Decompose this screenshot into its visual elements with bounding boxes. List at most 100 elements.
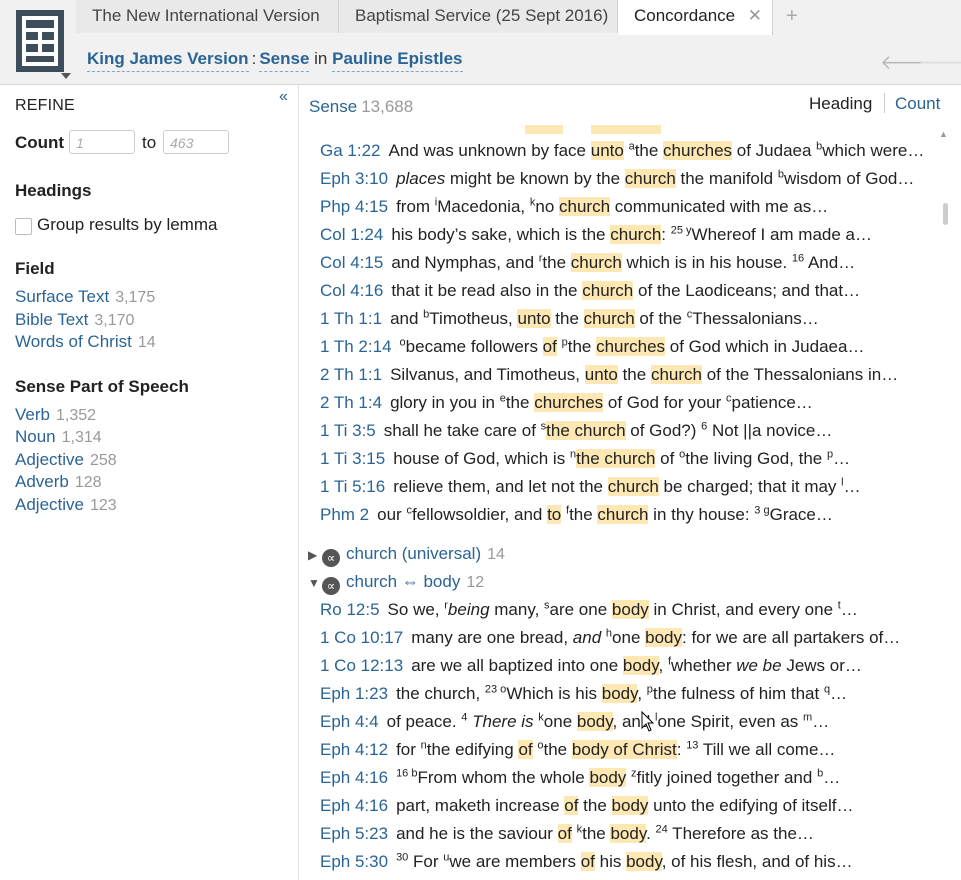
result-row[interactable]: Eph 4:16 16 bFrom whom the whole body zfi… (320, 765, 840, 791)
logos-menu-icon[interactable] (16, 10, 64, 72)
result-row[interactable]: Eph 5:23 and he is the saviour of kthe bo… (320, 821, 814, 847)
verse-reference-link[interactable]: Ro 12:5 (320, 600, 380, 619)
scrollbar-thumb[interactable] (943, 203, 948, 225)
verse-snippet: and Nymphas, and rthe church which is in… (391, 252, 856, 272)
collapse-panel-icon[interactable]: « (279, 88, 288, 106)
verse-snippet: of peace. 4 There is kone body, and lone… (386, 711, 830, 731)
verse-reference-link[interactable]: 2 Th 1:1 (320, 365, 382, 384)
pos-adverb[interactable]: Adverb 128 (15, 472, 102, 492)
verse-reference-link[interactable]: Eph 4:16 (320, 796, 388, 815)
field-surface-text[interactable]: Surface Text 3,175 (15, 287, 155, 307)
verse-snippet: And was unknown by face unto athe church… (388, 140, 925, 160)
verse-snippet: Silvanus, and Timotheus, unto the church… (390, 365, 899, 384)
tab-strip: The New International Version Baptismal … (76, 0, 961, 35)
verse-reference-link[interactable]: Eph 4:4 (320, 712, 379, 731)
verse-snippet: shall he take care of sthe church of God… (383, 420, 833, 440)
verse-reference-link[interactable]: Eph 5:23 (320, 824, 388, 843)
sense-icon: ∝ (322, 549, 340, 567)
verse-reference-link[interactable]: Eph 4:12 (320, 740, 388, 759)
count-min-input[interactable]: 1 (69, 130, 135, 154)
verse-snippet: obecame followers of pthe churches of Go… (399, 336, 865, 356)
result-row[interactable]: 2 Th 1:4 glory in you in ethe churches of… (320, 390, 813, 416)
verse-reference-link[interactable]: 1 Ti 3:15 (320, 449, 385, 468)
result-row[interactable]: Col 4:16 that it be read also in the chur… (320, 278, 860, 304)
verse-reference-link[interactable]: Eph 3:10 (320, 169, 388, 188)
group-church-universal[interactable]: ▶ ∝ church (universal) 14 (308, 542, 505, 567)
sense-icon: ∝ (322, 577, 340, 595)
verse-snippet: that it be read also in the church of th… (391, 281, 861, 300)
group-by-lemma-checkbox[interactable] (15, 218, 32, 235)
pos-adjective-2[interactable]: Adjective 123 (15, 495, 117, 515)
result-row[interactable]: Col 4:15 and Nymphas, and rthe church whi… (320, 250, 855, 276)
expand-arrow-icon[interactable]: ▶ (308, 543, 320, 567)
pos-noun[interactable]: Noun 1,314 (15, 427, 102, 447)
result-row[interactable]: 1 Ti 3:15 house of God, which is nthe chu… (320, 446, 850, 472)
verse-reference-link[interactable]: Phm 2 (320, 505, 369, 524)
breadcrumb: King James Version: Sense in Pauline Epis… (87, 49, 463, 72)
verse-reference-link[interactable]: 2 Th 1:4 (320, 393, 382, 412)
result-row[interactable]: Eph 3:10 places might be known by the chu… (320, 166, 914, 192)
result-row[interactable]: Col 1:24 his body’s sake, which is the ch… (320, 222, 872, 248)
result-row[interactable]: Php 4:15 from iMacedonia, kno church comm… (320, 194, 828, 220)
verse-reference-link[interactable]: 1 Co 12:13 (320, 656, 403, 675)
menu-caret-icon[interactable] (61, 73, 71, 79)
result-row[interactable]: 2 Th 1:1 Silvanus, and Timotheus, unto th… (320, 362, 898, 388)
verse-reference-link[interactable]: Eph 4:16 (320, 768, 388, 787)
field-bible-text[interactable]: Bible Text 3,170 (15, 310, 134, 330)
verse-snippet: So we, rbeing many, sare one body in Chr… (387, 599, 858, 619)
verse-reference-link[interactable]: Col 4:15 (320, 253, 383, 272)
verse-reference-link[interactable]: Eph 1:23 (320, 684, 388, 703)
result-row[interactable]: 1 Co 12:13 are we all baptized into one b… (320, 653, 862, 679)
scope-selector[interactable]: Pauline Epistles (332, 49, 463, 72)
result-row[interactable]: 1 Th 2:14 obecame followers of pthe churc… (320, 334, 864, 360)
result-row[interactable]: Ro 12:5 So we, rbeing many, sare one body… (320, 597, 858, 623)
result-row[interactable]: Eph 1:23 the church, 23 oWhich is his bod… (320, 681, 847, 707)
verse-snippet: relieve them, and let not the church be … (393, 476, 861, 496)
forward-arrow-icon[interactable]: 🡒 (918, 50, 961, 75)
tab-baptismal-service[interactable]: Baptismal Service (25 Sept 2016) (339, 0, 618, 33)
verse-reference-link[interactable]: Col 4:16 (320, 281, 383, 300)
close-icon[interactable]: ✕ (748, 0, 762, 32)
verse-reference-link[interactable]: Ga 1:22 (320, 141, 381, 160)
verse-reference-link[interactable]: 1 Co 10:17 (320, 628, 403, 647)
result-row[interactable]: Phm 2 our cfellowsoldier, and to fthe chu… (320, 502, 833, 528)
view-heading-button[interactable]: Heading (809, 94, 872, 114)
field-selector[interactable]: Sense (259, 49, 310, 72)
count-max-input[interactable]: 463 (163, 130, 229, 154)
result-row[interactable]: Eph 4:12 for nthe edifying of othe body o… (320, 737, 835, 763)
tab-niv[interactable]: The New International Version (76, 0, 339, 33)
version-selector[interactable]: King James Version (87, 49, 249, 72)
group-church-body[interactable]: ▼ ∝ church ⇔ body 12 (308, 570, 484, 595)
result-row[interactable]: 1 Ti 5:16 relieve them, and let not the c… (320, 474, 861, 500)
collapse-arrow-icon[interactable]: ▼ (308, 571, 320, 595)
verse-reference-link[interactable]: Col 1:24 (320, 225, 383, 244)
result-row[interactable]: Eph 4:16 part, maketh increase of the bod… (320, 793, 853, 819)
result-row[interactable]: 1 Ti 3:5 shall he take care of sthe churc… (320, 418, 832, 444)
verse-reference-link[interactable]: 1 Th 1:1 (320, 309, 382, 328)
view-count-button[interactable]: Count (895, 94, 940, 114)
headings-heading: Headings (15, 181, 92, 200)
verse-snippet: are we all baptized into one body, fwhet… (411, 655, 862, 675)
pos-verb[interactable]: Verb 1,352 (15, 405, 96, 425)
verse-reference-link[interactable]: Eph 5:30 (320, 852, 388, 871)
tab-concordance[interactable]: Concordance ✕ (618, 0, 773, 35)
verse-snippet: many are one bread, and hone body: for w… (411, 627, 901, 647)
result-row[interactable]: Eph 4:4 of peace. 4 There is kone body, a… (320, 709, 829, 735)
scroll-up-icon[interactable]: ▲ (939, 129, 948, 139)
result-row[interactable]: 1 Co 10:17 many are one bread, and hone b… (320, 625, 900, 651)
verse-snippet: our cfellowsoldier, and to fthe church i… (377, 504, 833, 524)
result-row[interactable]: Eph 5:30 30 For uwe are members of his bo… (320, 849, 853, 875)
field-words-of-christ[interactable]: Words of Christ 14 (15, 332, 156, 352)
verse-reference-link[interactable]: 1 Ti 3:5 (320, 421, 376, 440)
field-heading: Field (15, 259, 55, 278)
verse-reference-link[interactable]: 1 Th 2:14 (320, 337, 392, 356)
verse-snippet: from iMacedonia, kno church communicated… (396, 196, 829, 216)
result-row[interactable]: Ga 1:22 And was unknown by face unto athe… (320, 138, 924, 164)
add-tab-icon[interactable]: + (786, 0, 798, 32)
verse-snippet: places might be known by the church the … (396, 168, 915, 188)
result-row[interactable]: 1 Th 1:1 and bTimotheus, unto the church … (320, 306, 819, 332)
verse-reference-link[interactable]: Php 4:15 (320, 197, 388, 216)
pos-adjective[interactable]: Adjective 258 (15, 450, 117, 470)
pos-heading: Sense Part of Speech (15, 377, 189, 396)
verse-reference-link[interactable]: 1 Ti 5:16 (320, 477, 385, 496)
